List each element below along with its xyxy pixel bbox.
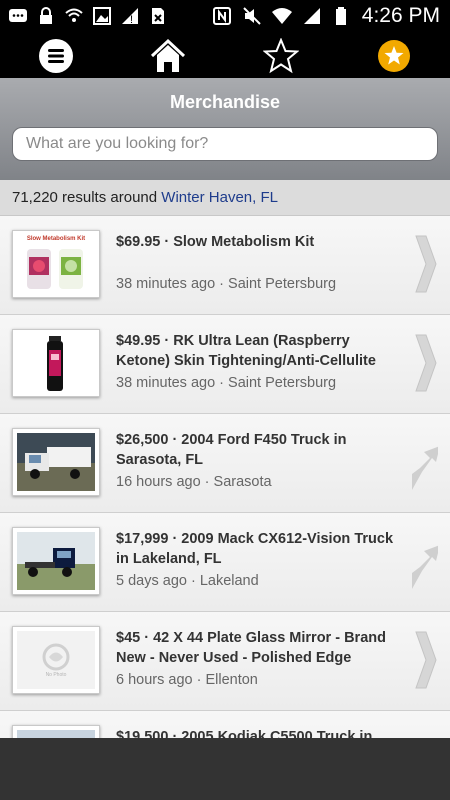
results-summary: 71,220 results around Winter Haven, FL bbox=[0, 180, 450, 216]
truck-photo-image bbox=[17, 532, 95, 590]
listing-thumbnail bbox=[12, 527, 100, 595]
listing-thumbnail bbox=[12, 725, 100, 738]
star-outline-icon bbox=[263, 38, 299, 74]
search-input[interactable] bbox=[13, 128, 437, 160]
signal-icon bbox=[303, 8, 320, 24]
results-location-link[interactable]: Winter Haven, FL bbox=[161, 189, 278, 206]
lock-icon bbox=[40, 7, 52, 24]
bottom-bar bbox=[0, 738, 450, 800]
listing-meta: 38 minutes ago · Saint Petersburg bbox=[116, 276, 337, 292]
list-item[interactable]: $26,500 · 2004 Ford F450 Truck in Saraso… bbox=[0, 414, 450, 513]
listing-meta: 6 hours ago · Ellenton bbox=[116, 672, 258, 688]
listing-thumbnail bbox=[12, 428, 100, 496]
listing-thumbnail: No Photo bbox=[12, 626, 100, 694]
list-item[interactable]: $49.95 · RK Ultra Lean (Raspberry Ketone… bbox=[0, 315, 450, 414]
listing-title: $19,500 · 2005 Kodiak C5500 Truck in bbox=[116, 729, 373, 738]
gallery-icon bbox=[93, 7, 111, 25]
messages-icon bbox=[9, 9, 27, 22]
home-button[interactable] bbox=[150, 38, 186, 74]
thumbnail-caption: Slow Metabolism Kit bbox=[26, 236, 86, 242]
chevron-right-icon[interactable] bbox=[412, 234, 438, 294]
status-bar: ! 4:26 PM bbox=[0, 0, 450, 34]
star-badge-icon bbox=[378, 40, 410, 72]
chevron-right-icon[interactable] bbox=[412, 630, 438, 690]
search-box bbox=[12, 127, 438, 161]
svg-text:!: ! bbox=[130, 14, 133, 26]
listing-thumbnail bbox=[12, 329, 100, 397]
list-item[interactable]: $19,500 · 2005 Kodiak C5500 Truck in bbox=[0, 711, 450, 738]
page-title: Merchandise bbox=[169, 92, 281, 112]
results-count: 71,220 results around bbox=[12, 189, 158, 206]
product-bottle-image bbox=[47, 336, 63, 391]
external-link-arrow-icon[interactable] bbox=[408, 531, 438, 591]
listing-title: $69.95 · Slow Metabolism Kit bbox=[116, 234, 315, 250]
list-item[interactable]: $17,999 · 2009 Mack CX612-Vision Truck i… bbox=[0, 513, 450, 612]
listing-title: $17,999 · 2009 Mack CX612-Vision Truck i… bbox=[116, 531, 394, 567]
listing-title: $26,500 · 2004 Ford F450 Truck in Saraso… bbox=[116, 432, 347, 468]
thumbnail-caption: No Photo bbox=[45, 672, 67, 678]
listing-thumbnail: Slow Metabolism Kit bbox=[12, 230, 100, 298]
listing-meta: 38 minutes ago · Saint Petersburg bbox=[116, 375, 337, 391]
listing-meta: 5 days ago · Lakeland bbox=[116, 573, 259, 589]
list-item[interactable]: No Photo $45 · 42 X 44 Plate Glass Mirro… bbox=[0, 612, 450, 711]
wifi-icon bbox=[271, 8, 292, 24]
no-photo-icon bbox=[42, 643, 70, 671]
listing-meta: 16 hours ago · Sarasota bbox=[116, 474, 272, 490]
listing-title: $49.95 · RK Ultra Lean (Raspberry Ketone… bbox=[116, 333, 376, 369]
listing-list: Slow Metabolism Kit $69.95 · Slow Metabo… bbox=[0, 216, 450, 738]
featured-button[interactable] bbox=[376, 38, 412, 74]
category-header: Merchandise bbox=[0, 78, 450, 180]
hotspot-icon bbox=[65, 8, 83, 22]
favorites-button[interactable] bbox=[263, 38, 299, 74]
nav-bar bbox=[0, 34, 450, 78]
no-signal-icon: ! bbox=[122, 8, 138, 26]
truck-photo-image bbox=[17, 433, 95, 491]
supplement-bottles-image bbox=[27, 249, 83, 289]
chevron-right-icon[interactable] bbox=[412, 333, 438, 393]
nfc-icon bbox=[212, 7, 231, 25]
list-item[interactable]: Slow Metabolism Kit $69.95 · Slow Metabo… bbox=[0, 216, 450, 315]
status-time: 4:26 PM bbox=[361, 4, 440, 27]
battery-icon bbox=[335, 7, 346, 25]
menu-icon bbox=[39, 39, 73, 73]
listing-title: $45 · 42 X 44 Plate Glass Mirror - Brand… bbox=[116, 630, 386, 666]
external-link-arrow-icon[interactable] bbox=[408, 432, 438, 492]
home-icon bbox=[150, 38, 186, 72]
menu-button[interactable] bbox=[38, 38, 74, 74]
sim-error-icon bbox=[152, 8, 164, 24]
mute-icon bbox=[243, 7, 261, 25]
